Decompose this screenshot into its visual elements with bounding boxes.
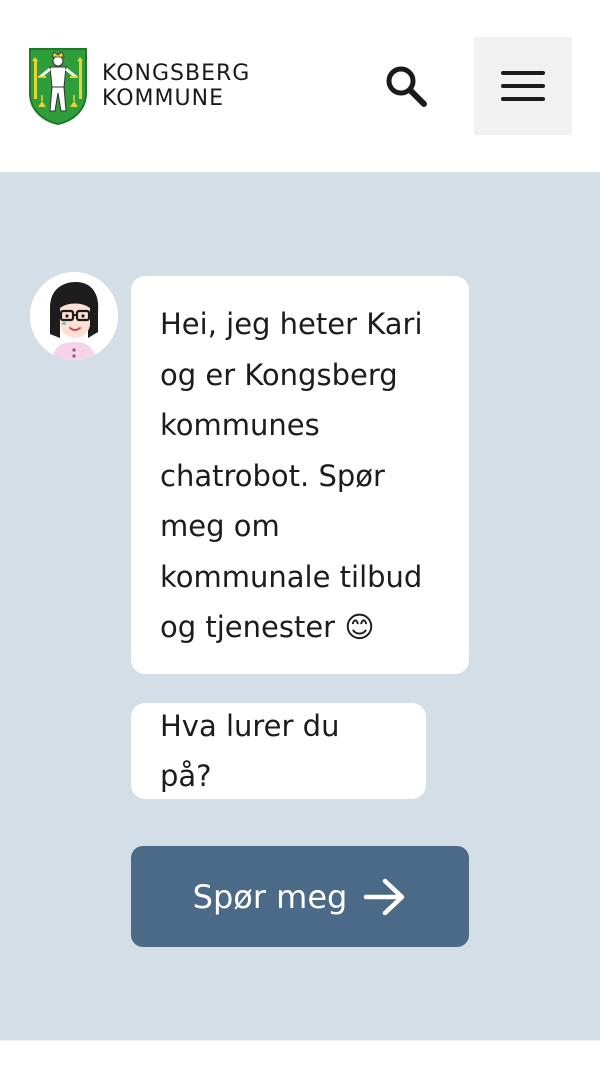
search-button[interactable] — [378, 58, 434, 114]
logo-line-2: KOMMUNE — [102, 86, 224, 111]
chatbot-question-message: Hva lurer du på? — [131, 703, 426, 799]
hamburger-menu-icon — [501, 71, 545, 101]
search-icon — [386, 66, 427, 107]
chatbot-panel: Hei, jeg heter Kari og er Kongsberg komm… — [0, 172, 600, 1040]
ask-me-button-label: Spør meg — [192, 877, 348, 916]
chatbot-avatar-kari-icon — [30, 272, 118, 360]
chatbot-avatar — [30, 272, 118, 360]
site-header: KONGSBERG KOMMUNE — [0, 0, 600, 172]
ask-me-button[interactable]: Spør meg — [131, 846, 469, 947]
menu-button[interactable] — [474, 37, 572, 135]
page-footer-edge — [0, 1040, 600, 1065]
arrow-right-icon — [364, 878, 405, 915]
greeting-text: Hei, jeg heter Kari og er Kongsberg komm… — [160, 307, 423, 644]
kongsberg-coat-of-arms-icon — [29, 48, 87, 125]
question-text: Hva lurer du på? — [160, 708, 340, 794]
chatbot-greeting-message: Hei, jeg heter Kari og er Kongsberg komm… — [131, 276, 469, 674]
site-logo[interactable]: KONGSBERG KOMMUNE — [28, 47, 250, 125]
logo-line-1: KONGSBERG — [102, 61, 251, 86]
